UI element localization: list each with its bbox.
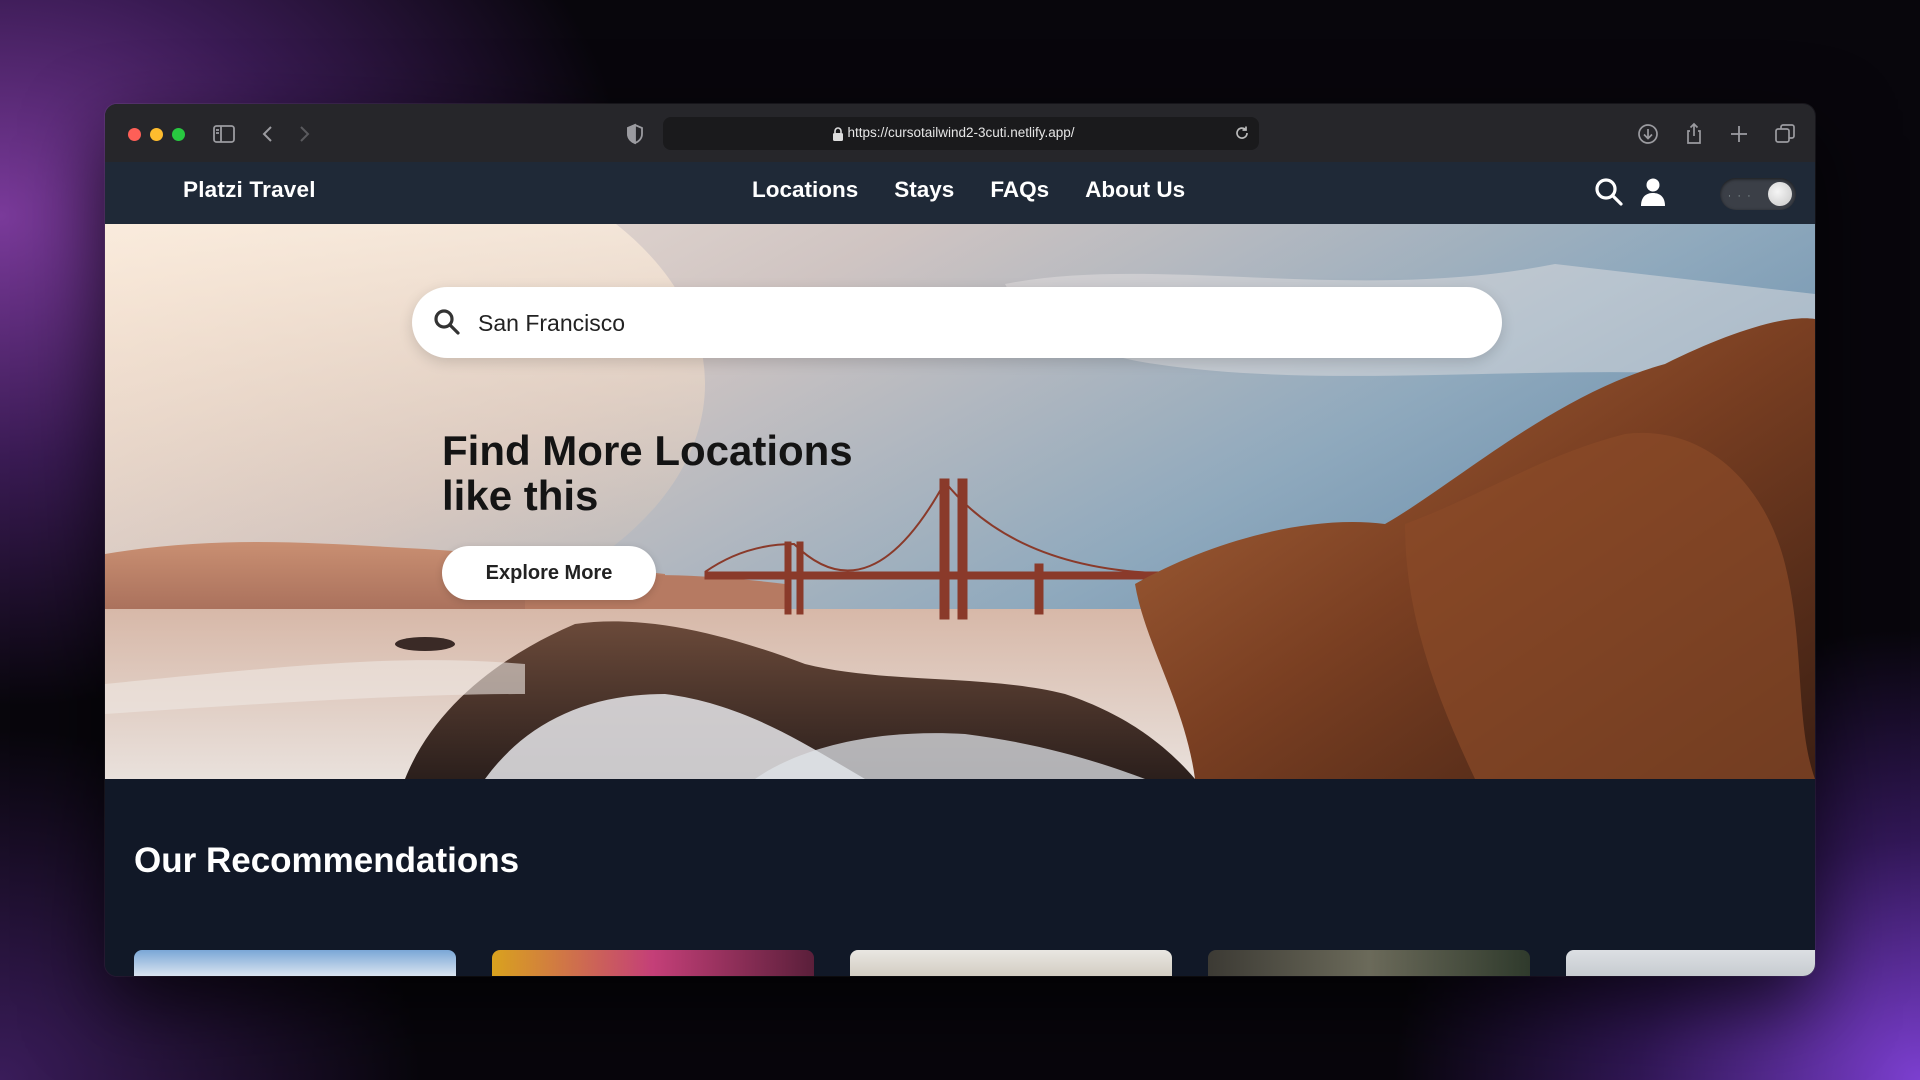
nav-link-faqs[interactable]: FAQs <box>990 177 1049 203</box>
browser-toolbar: https://cursotailwind2-3cuti.netlify.app… <box>105 104 1815 163</box>
recommendation-card-3[interactable] <box>850 950 1172 976</box>
back-icon[interactable] <box>255 121 281 147</box>
tab-overview-icon[interactable] <box>1772 121 1798 147</box>
user-icon[interactable] <box>1637 176 1669 208</box>
nav-link-locations[interactable]: Locations <box>752 177 858 203</box>
nav-link-about-us[interactable]: About Us <box>1085 177 1185 203</box>
recommendations-section: Our Recommendations <box>105 779 1815 976</box>
recommendation-card-2[interactable] <box>492 950 814 976</box>
recommendation-card-4[interactable] <box>1208 950 1530 976</box>
sidebar-toggle-icon[interactable] <box>211 121 237 147</box>
hero-headline-line2: like this <box>442 472 599 519</box>
downloads-icon[interactable] <box>1635 121 1661 147</box>
brand-logo[interactable]: Platzi Travel <box>183 177 316 203</box>
site-navbar: Platzi Travel Locations Stays FAQs About… <box>105 162 1815 224</box>
browser-window: https://cursotailwind2-3cuti.netlify.app… <box>105 104 1815 976</box>
privacy-shield-icon[interactable] <box>622 121 648 147</box>
forward-icon[interactable] <box>291 121 317 147</box>
search-icon[interactable] <box>1593 176 1625 208</box>
new-tab-icon[interactable] <box>1726 121 1752 147</box>
close-window-button[interactable] <box>128 128 141 141</box>
address-bar[interactable]: https://cursotailwind2-3cuti.netlify.app… <box>663 117 1259 150</box>
recommendations-title: Our Recommendations <box>134 841 520 880</box>
nav-links: Locations Stays FAQs About Us <box>752 177 1221 203</box>
moon-icon <box>1768 182 1792 206</box>
hero-headline-line1: Find More Locations <box>442 427 853 474</box>
search-input[interactable] <box>476 303 1460 343</box>
share-icon[interactable] <box>1681 121 1707 147</box>
recommendation-card-5[interactable] <box>1566 950 1815 976</box>
minimize-window-button[interactable] <box>150 128 163 141</box>
recommendation-card-1[interactable] <box>134 950 456 976</box>
hero-headline: Find More Locations like this <box>442 428 1042 518</box>
dark-mode-toggle[interactable]: · · · <box>1720 178 1796 210</box>
reload-icon[interactable] <box>1233 124 1251 142</box>
zoom-window-button[interactable] <box>172 128 185 141</box>
search-icon <box>432 307 462 337</box>
explore-more-button[interactable]: Explore More <box>442 546 656 600</box>
stars-icon: · · · <box>1728 192 1753 202</box>
hero-section: Find More Locations like this Explore Mo… <box>105 224 1815 779</box>
nav-link-stays[interactable]: Stays <box>894 177 954 203</box>
location-search-bar[interactable] <box>412 287 1502 358</box>
url-text: https://cursotailwind2-3cuti.netlify.app… <box>847 125 1075 140</box>
